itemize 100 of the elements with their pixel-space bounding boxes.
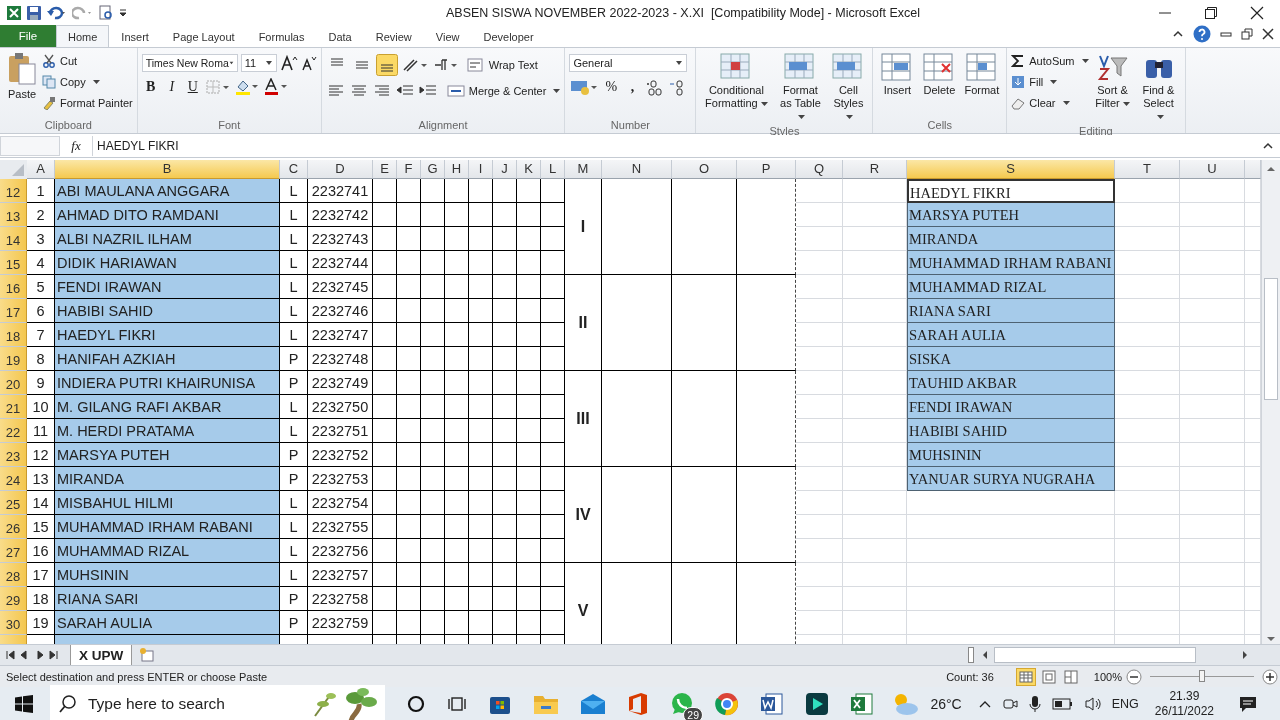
row-header[interactable]: 20	[0, 371, 27, 395]
browser-icon[interactable]	[715, 691, 739, 716]
row-header[interactable]: 16	[0, 275, 27, 299]
styles-button[interactable]: Format as Table	[774, 50, 827, 125]
sort-filter-button[interactable]: Sort & Filter	[1090, 50, 1135, 112]
grow-font-icon[interactable]	[279, 55, 298, 71]
font-size-field[interactable]: 11	[240, 54, 277, 72]
office-icon[interactable]	[627, 691, 649, 716]
row-header[interactable]: 26	[0, 515, 27, 539]
row-header[interactable]: 18	[0, 323, 27, 347]
row-header[interactable]: 28	[0, 563, 27, 587]
fill-button[interactable]: Fill	[1011, 73, 1089, 91]
insert-function-button[interactable]: fx	[66, 138, 86, 154]
cortana-icon[interactable]	[406, 693, 426, 714]
row-header[interactable]: 14	[0, 227, 27, 251]
column-header[interactable]: C	[280, 160, 308, 179]
column-header[interactable]: B	[55, 160, 280, 179]
italic-button[interactable]: I	[162, 79, 181, 95]
percent-button[interactable]: %	[602, 79, 621, 95]
ribbon-tab[interactable]: Formulas	[246, 25, 317, 47]
column-header[interactable]: O	[672, 160, 737, 179]
row-header[interactable]: 19	[0, 347, 27, 371]
currency-icon[interactable]	[569, 78, 600, 96]
scroll-up-icon[interactable]	[1265, 164, 1277, 174]
column-header[interactable]: F	[397, 160, 421, 179]
styles-button[interactable]: Cell Styles	[828, 50, 869, 125]
font-color-icon[interactable]	[262, 78, 289, 96]
volume-icon[interactable]	[1083, 695, 1102, 712]
autosum-button[interactable]: AutoSum	[1011, 52, 1089, 70]
row-header[interactable]: 25	[0, 491, 27, 515]
vertical-align-icon[interactable]	[375, 54, 398, 76]
ribbon-tab[interactable]: Insert	[109, 25, 161, 47]
page-layout-view-icon[interactable]	[1039, 667, 1058, 686]
battery-icon[interactable]	[1051, 696, 1074, 711]
zoom-slider-thumb[interactable]	[1199, 670, 1205, 682]
column-header[interactable]: N	[602, 160, 672, 179]
scroll-right-icon[interactable]	[1240, 649, 1250, 661]
vertical-scrollbar[interactable]	[1261, 160, 1280, 644]
row-header[interactable]: 17	[0, 299, 27, 323]
cut-button[interactable]: Cut	[42, 52, 133, 70]
row-header[interactable]: 27	[0, 539, 27, 563]
start-icon[interactable]	[15, 694, 33, 713]
format-painter-button[interactable]: Format Painter	[42, 94, 133, 112]
column-header[interactable]: T	[1115, 160, 1180, 179]
restore-workbook-icon[interactable]	[1241, 28, 1253, 40]
column-header[interactable]: J	[493, 160, 517, 179]
ribbon-tab[interactable]: Review	[363, 25, 424, 47]
cells-button[interactable]: Format	[961, 50, 1003, 99]
ribbon-tab[interactable]: Home	[56, 25, 110, 47]
column-header[interactable]: R	[843, 160, 907, 179]
column-header[interactable]: A	[27, 160, 55, 179]
ribbon-tab[interactable]: Data	[316, 25, 364, 47]
copy-button[interactable]: Copy	[42, 73, 133, 91]
paste-button[interactable]: Paste	[4, 50, 40, 103]
print-preview-icon[interactable]	[98, 4, 114, 21]
ribbon-tab[interactable]: Page Layout	[160, 25, 247, 47]
column-header[interactable]: P	[737, 160, 796, 179]
merge-center-button[interactable]: Merge & Center	[446, 82, 561, 100]
row-header[interactable]: 23	[0, 443, 27, 467]
save-icon[interactable]	[26, 4, 42, 21]
restore-icon[interactable]	[1204, 5, 1218, 20]
scroll-thumb[interactable]	[994, 647, 1196, 663]
cells-button[interactable]: Delete	[919, 50, 960, 99]
language-indicator[interactable]: ENG	[1111, 696, 1139, 711]
page-break-view-icon[interactable]	[1061, 667, 1080, 686]
column-header[interactable]: K	[517, 160, 541, 179]
wrap-text-button[interactable]: Wrap Text	[466, 56, 538, 74]
column-header[interactable]: L	[541, 160, 565, 179]
temperature[interactable]: 26°C	[930, 695, 962, 712]
normal-view-icon[interactable]	[1015, 667, 1036, 686]
row-header[interactable]: 12	[0, 179, 27, 203]
zoom-level[interactable]: 100%	[1093, 670, 1122, 683]
column-header[interactable]: H	[445, 160, 469, 179]
ribbon-tab[interactable]: Developer	[471, 25, 546, 47]
shrink-font-icon[interactable]	[300, 55, 317, 71]
word-icon[interactable]	[760, 691, 784, 716]
split-handle[interactable]	[968, 647, 975, 663]
column-header[interactable]: I	[469, 160, 493, 179]
video-editor-icon[interactable]	[805, 691, 829, 716]
column-header[interactable]: U	[1180, 160, 1245, 179]
find-select-button[interactable]: Find & Select	[1136, 50, 1181, 125]
sheet-tab[interactable]: X UPW	[70, 645, 133, 665]
taskbar-search-field[interactable]: Type here to search	[50, 684, 385, 720]
styles-button[interactable]: Conditional Formatting	[700, 50, 773, 112]
scroll-thumb[interactable]	[1264, 278, 1278, 400]
column-header[interactable]: D	[308, 160, 373, 179]
clock[interactable]: 21.39 26/11/2022	[1154, 688, 1214, 719]
formula-field[interactable]: HAEDYL FIKRI	[92, 136, 1256, 156]
row-header[interactable]: 13	[0, 203, 27, 227]
number-format-field[interactable]: General	[569, 54, 688, 72]
row-header[interactable]: 22	[0, 419, 27, 443]
bold-button[interactable]: B	[141, 79, 160, 95]
excel-icon[interactable]	[850, 691, 874, 716]
file-tab[interactable]: File	[0, 25, 56, 47]
comma-button[interactable]: ,	[623, 79, 642, 95]
zoom-out-icon[interactable]	[1126, 668, 1142, 685]
zoom-in-icon[interactable]	[1262, 668, 1278, 685]
cells-button[interactable]: Insert	[877, 50, 918, 99]
row-header[interactable]: 21	[0, 395, 27, 419]
undo-icon[interactable]	[46, 4, 68, 21]
